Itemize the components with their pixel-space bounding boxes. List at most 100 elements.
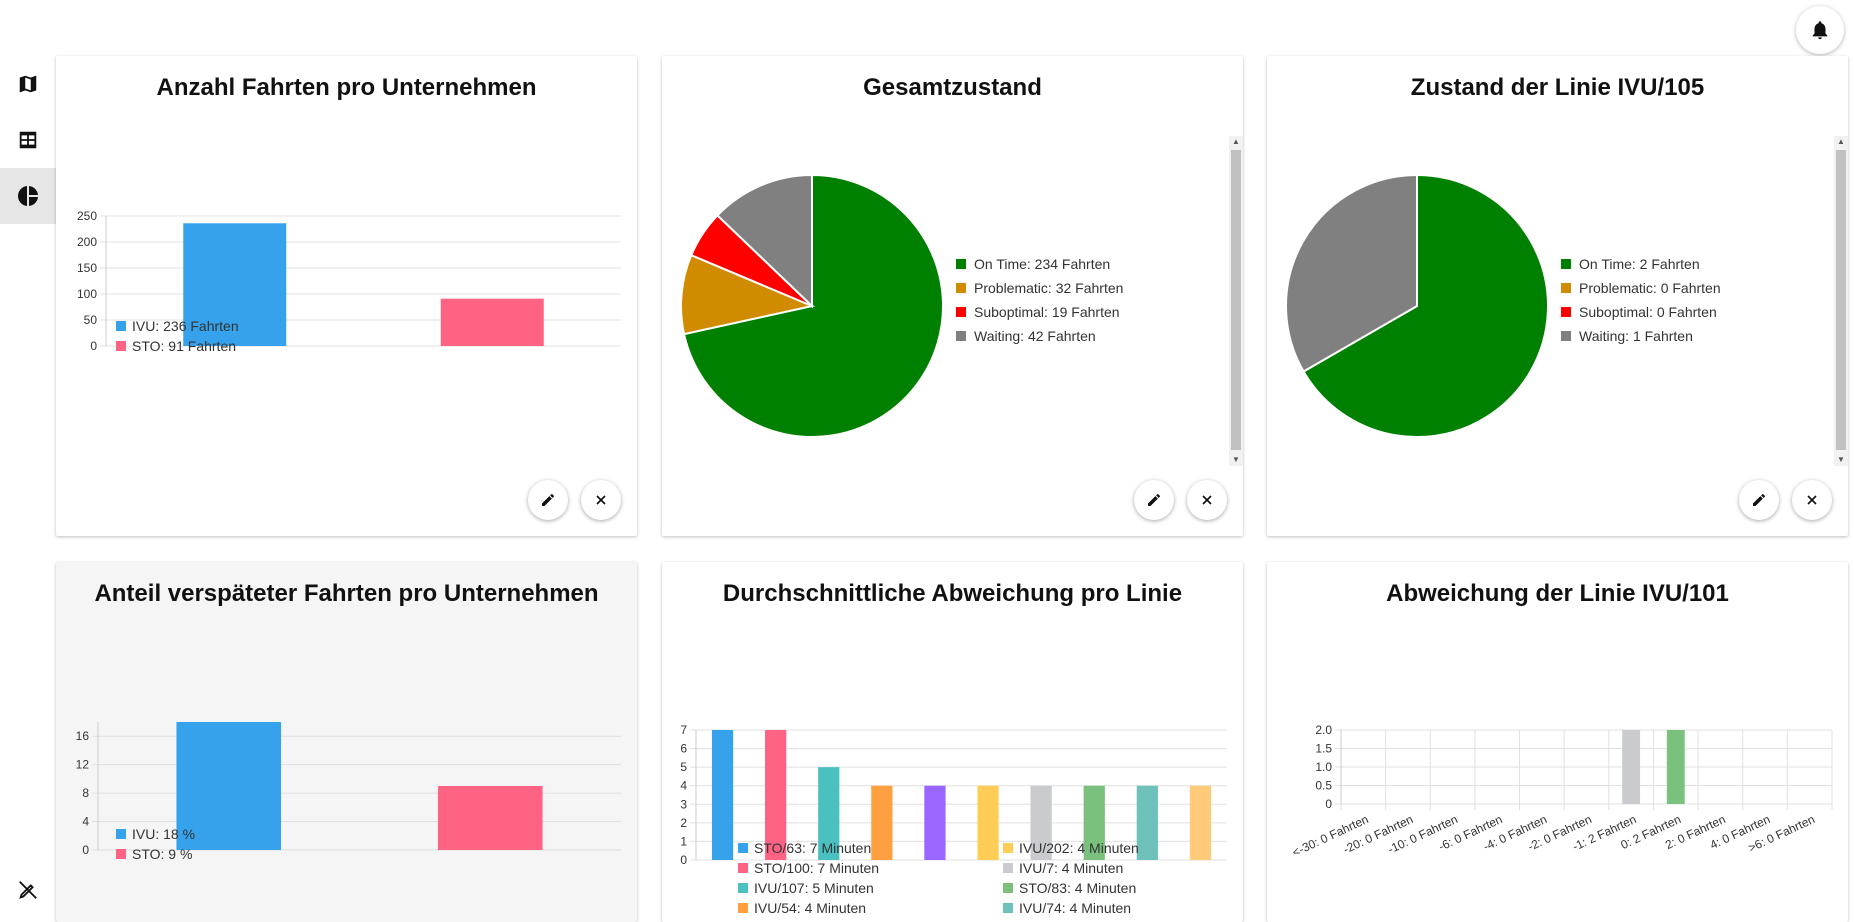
scrollbar-thumb[interactable]: [1231, 150, 1241, 450]
legend-item: Problematic: 32 Fahrten: [956, 276, 1123, 300]
pencil-icon: [1148, 493, 1161, 506]
scrollbar[interactable]: ▲ ▼: [1229, 136, 1243, 466]
close-button[interactable]: [581, 480, 621, 520]
legend-label: STO/100: 7 Minuten: [754, 860, 880, 876]
y-tick-label: 5: [680, 760, 687, 774]
nav-map[interactable]: [0, 56, 56, 112]
legend-item: On Time: 2 Fahrten: [1561, 252, 1721, 276]
card-trips-per-company: Anzahl Fahrten pro Unternehmen 0 50 100 150…: [56, 56, 637, 536]
sidebar: [0, 56, 56, 224]
legend: On Time: 2 Fahrten Problematic: 0 Fahrte…: [1561, 252, 1721, 348]
legend-label: IVU: 236 Fahrten: [132, 318, 239, 334]
scrollbar-thumb[interactable]: [1836, 150, 1846, 450]
legend-label: On Time: 2 Fahrten: [1579, 256, 1700, 272]
legend-label: Problematic: 0 Fahrten: [1579, 280, 1721, 296]
close-button[interactable]: [1187, 480, 1227, 520]
edit-button[interactable]: [528, 480, 568, 520]
y-tick-label: 1.0: [1315, 760, 1332, 774]
nav-table[interactable]: [0, 112, 56, 168]
bar-chart-ivu101-deviation: 00.51.01.52.0<-30: 0 Fahrten-20: 0 Fahrt…: [1290, 723, 1833, 860]
legend-item: IVU/107: 5 Minuten: [738, 878, 1003, 898]
legend: IVU: 236 Fahrten STO: 91 Fahrten: [116, 316, 239, 356]
legend: IVU: 18 % STO: 9 %: [116, 824, 195, 864]
table-icon: [19, 131, 37, 149]
card-title: Gesamtzustand: [863, 74, 1042, 101]
legend-item: IVU/74: 4 Minuten: [1003, 898, 1218, 918]
map-icon: [19, 75, 37, 93]
edit-mode-toggle[interactable]: [12, 876, 44, 904]
y-tick-label: 2: [680, 816, 687, 830]
legend-item: IVU: 18 %: [116, 824, 195, 844]
y-tick-label: 1.5: [1315, 742, 1332, 756]
y-tick-label: 150: [77, 261, 97, 275]
close-icon: [596, 495, 606, 505]
edit-button[interactable]: [1134, 480, 1174, 520]
y-tick-label: 50: [84, 313, 98, 327]
legend-item: Waiting: 1 Fahrten: [1561, 324, 1721, 348]
legend-item: Waiting: 42 Fahrten: [956, 324, 1123, 348]
legend-item: Problematic: 0 Fahrten: [1561, 276, 1721, 300]
legend-label: STO: 9 %: [132, 846, 193, 862]
y-tick-label: 12: [76, 758, 90, 772]
legend-label: IVU/7: 4 Minuten: [1019, 860, 1124, 876]
card-title: Abweichung der Linie IVU/101: [1386, 580, 1729, 607]
y-tick-label: 4: [680, 779, 687, 793]
legend-label: Suboptimal: 19 Fahrten: [974, 304, 1120, 320]
legend-item: STO: 9 %: [116, 844, 195, 864]
legend-label: STO: 91 Fahrten: [132, 338, 237, 354]
bar: [437, 786, 543, 850]
y-tick-label: 1: [680, 834, 687, 848]
y-tick-label: 2.0: [1315, 723, 1332, 737]
legend-label: IVU/54: 4 Minuten: [754, 900, 867, 916]
legend-label: Waiting: 1 Fahrten: [1579, 328, 1693, 344]
legend-label: IVU: 18 %: [132, 826, 196, 842]
legend-item: STO: 91 Fahrten: [116, 336, 239, 356]
card-overall-state: Gesamtzustand On Time: 234 Fahrten Probl…: [662, 56, 1243, 536]
close-icon: [1202, 495, 1212, 505]
legend-item: Suboptimal: 0 Fahrten: [1561, 300, 1721, 324]
edit-off-icon: [19, 881, 37, 899]
legend-label: Waiting: 42 Fahrten: [974, 328, 1096, 344]
pencil-icon: [542, 493, 555, 506]
card-title: Anteil verspäteter Fahrten pro Unternehm…: [94, 580, 599, 607]
legend-item: Suboptimal: 19 Fahrten: [956, 300, 1123, 324]
close-button[interactable]: [1792, 480, 1832, 520]
card-late-share-per-company: Anteil verspäteter Fahrten pro Unternehm…: [56, 562, 637, 922]
legend: STO/63: 7 Minuten STO/100: 7 Minuten IVU…: [738, 838, 1218, 918]
nav-charts[interactable]: [0, 168, 56, 224]
pencil-icon: [1753, 493, 1766, 506]
legend-label: Suboptimal: 0 Fahrten: [1579, 304, 1717, 320]
legend-label: IVU/107: 5 Minuten: [754, 880, 874, 896]
bar-chart-trips: 0 50 100 150 200 250: [77, 209, 621, 353]
scrollbar[interactable]: ▲ ▼: [1834, 136, 1848, 466]
y-tick-label: 0: [680, 853, 687, 867]
card-line-ivu105-state: Zustand der Linie IVU/105 On Time: 2 Fah…: [1267, 56, 1848, 536]
y-tick-label: 0: [82, 843, 89, 857]
edit-button[interactable]: [1739, 480, 1779, 520]
y-tick-label: 7: [680, 723, 687, 737]
legend-item: IVU/202: 4 Minuten: [1003, 838, 1218, 858]
bar-chart-late-share: 0 4 8 12 16: [76, 722, 621, 857]
pie-chart-ivu105: [1285, 173, 1549, 438]
pie-chart-icon: [18, 186, 38, 206]
y-tick-label: 250: [77, 209, 97, 223]
y-tick-label: 0.5: [1315, 779, 1332, 793]
card-title: Durchschnittliche Abweichung pro Linie: [722, 580, 1183, 607]
legend: On Time: 234 Fahrten Problematic: 32 Fah…: [956, 252, 1123, 348]
legend-item: STO/83: 4 Minuten: [1003, 878, 1218, 898]
y-tick-label: 8: [82, 786, 89, 800]
card-title: Anzahl Fahrten pro Unternehmen: [156, 74, 537, 101]
y-tick-label: 6: [680, 742, 687, 756]
y-tick-label: 200: [77, 235, 97, 249]
legend-label: IVU/74: 4 Minuten: [1019, 900, 1132, 916]
bar: [1622, 730, 1641, 804]
legend-item: STO/100: 7 Minuten: [738, 858, 1003, 878]
legend-item: IVU/7: 4 Minuten: [1003, 858, 1218, 878]
y-tick-label: 16: [76, 729, 90, 743]
y-tick-label: 3: [680, 797, 687, 811]
card-title: Zustand der Linie IVU/105: [1410, 74, 1705, 101]
notifications-button[interactable]: [1796, 6, 1844, 54]
bell-icon: [1812, 21, 1828, 40]
card-avg-deviation-per-line: Durchschnittliche Abweichung pro Linie 0…: [662, 562, 1243, 922]
legend-label: IVU/202: 4 Minuten: [1019, 840, 1139, 856]
